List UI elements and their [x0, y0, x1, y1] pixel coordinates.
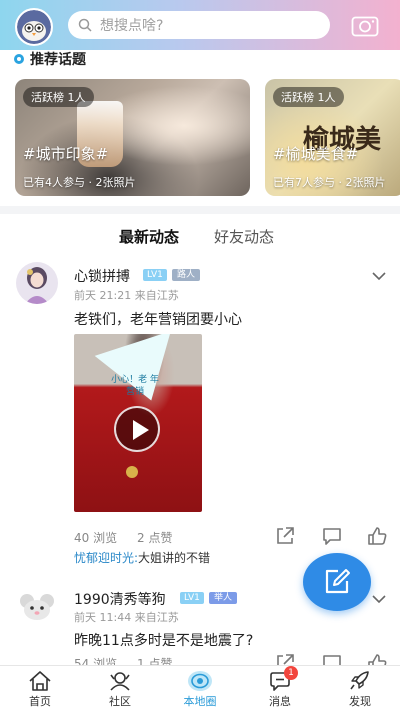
top-header: 想搜点啥? [0, 0, 400, 50]
necklace-image [126, 466, 138, 478]
local-circle-icon [188, 671, 212, 691]
view-count: 40 浏览 [74, 531, 118, 545]
post-content: 昨晚11点多时是不是地震了? [74, 633, 254, 649]
camera-button[interactable] [351, 13, 379, 37]
level-badge: LV1 [180, 592, 204, 604]
video-caption: 小心！老 年营销 [111, 375, 159, 397]
post-video[interactable]: 小心！老 年营销 [74, 334, 202, 512]
profile-avatar[interactable] [15, 8, 53, 46]
notification-badge: 1 [284, 666, 298, 680]
topic-name: #城市印象# [23, 145, 109, 163]
topic-rank-pill: 活跃榜 1人 [23, 87, 94, 107]
comment-preview[interactable]: 忧郁迎时光:大姐讲的不错 [74, 549, 210, 566]
chevron-down-icon[interactable] [372, 594, 386, 604]
chevron-down-icon[interactable] [372, 271, 386, 281]
post-username[interactable]: 心锁拼搏 [74, 266, 130, 286]
post-meta: 前天 21:21 来自江苏 [74, 289, 179, 302]
post-username[interactable]: 1990清秀等狗 [74, 589, 166, 609]
nav-local-circle[interactable]: 本地圈 [160, 666, 240, 711]
topic-card[interactable]: 活跃榜 1人 #城市印象# 已有4人参与 · 2张照片 [15, 79, 250, 196]
level-badge: LV1 [143, 269, 167, 281]
comment-icon[interactable] [321, 525, 343, 547]
status-badge: 举人 [209, 592, 238, 604]
user-avatar-icon [16, 262, 58, 304]
topics-section-title: 推荐话题 [14, 50, 86, 68]
bottom-navigation: 首页 社区 本地圈 1 消息 发现 [0, 665, 400, 711]
topic-stats: 已有7人参与 · 2张照片 [273, 176, 386, 189]
comment-author[interactable]: 忧郁迎时光: [74, 551, 138, 565]
camera-icon [351, 16, 379, 37]
rocket-icon [350, 671, 369, 690]
comment-text: 大姐讲的不错 [138, 551, 211, 565]
like-icon[interactable] [366, 525, 388, 547]
nav-messages[interactable]: 1 消息 [240, 666, 320, 711]
edit-icon [325, 569, 350, 594]
topic-stats: 已有4人参与 · 2张照片 [23, 176, 136, 189]
avatar[interactable] [16, 262, 58, 304]
avatar[interactable] [16, 586, 58, 628]
owl-avatar-icon [17, 10, 51, 44]
compose-post-button[interactable] [303, 553, 371, 611]
topic-rank-pill: 活跃榜 1人 [273, 87, 344, 107]
search-icon [78, 18, 92, 32]
topic-card[interactable]: 榆城美 活跃榜 1人 #榆城美食# 已有7人参与 · 2张照片 [265, 79, 400, 196]
post-content: 老铁们，老年营销团要小心 [74, 312, 242, 328]
nav-discover[interactable]: 发现 [320, 666, 400, 711]
post-meta: 前天 11:44 来自江苏 [74, 611, 179, 624]
community-icon [110, 672, 130, 691]
like-count: 2 点赞 [137, 531, 173, 545]
play-icon[interactable] [114, 406, 160, 452]
share-icon[interactable] [274, 525, 296, 547]
tab-latest[interactable]: 最新动态 [119, 226, 179, 247]
home-icon [29, 671, 51, 691]
section-divider [0, 206, 400, 214]
nav-home[interactable]: 首页 [0, 666, 80, 711]
search-input[interactable]: 想搜点啥? [68, 11, 330, 39]
status-badge: 路人 [172, 269, 201, 281]
topic-name: #榆城美食# [273, 145, 359, 163]
nav-community[interactable]: 社区 [80, 666, 160, 711]
tab-friends[interactable]: 好友动态 [214, 226, 274, 247]
bullet-icon [14, 54, 24, 64]
search-placeholder: 想搜点啥? [100, 18, 164, 34]
mouse-avatar-icon [16, 586, 58, 628]
